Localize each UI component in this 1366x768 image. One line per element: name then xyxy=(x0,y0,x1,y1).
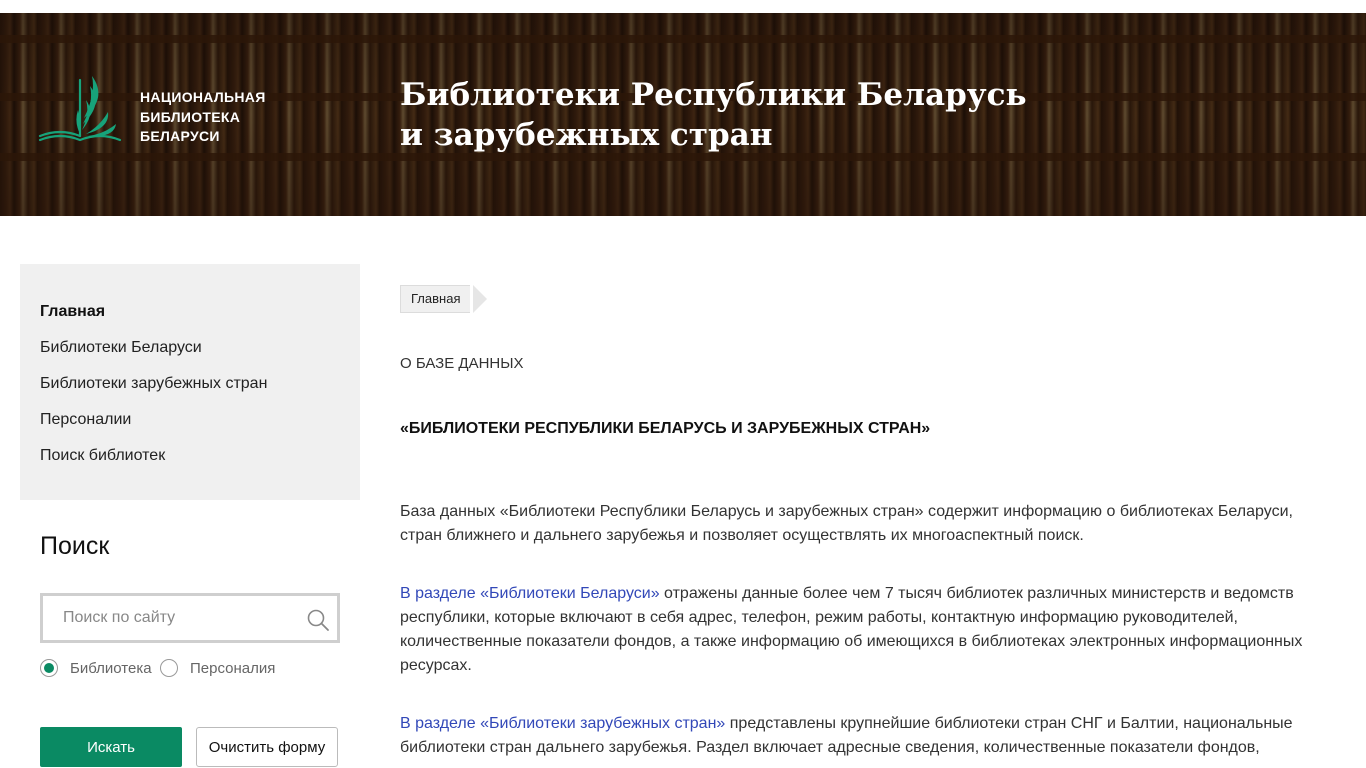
sidebar-item-foreign-libraries[interactable]: Библиотеки зарубежных стран xyxy=(40,375,267,393)
sidebar-item-home[interactable]: Главная xyxy=(40,303,105,321)
top-bar xyxy=(0,0,1366,13)
breadcrumb-home[interactable]: Главная xyxy=(400,285,471,313)
radio-option-library[interactable]: Библиотека xyxy=(40,658,152,678)
page-title: Библиотеки Республики Беларусь и зарубеж… xyxy=(400,75,1027,155)
breadcrumb-arrow xyxy=(473,285,487,313)
radio-library[interactable] xyxy=(40,659,58,677)
paragraph-belarus: В разделе «Библиотеки Беларуси» отражены… xyxy=(400,582,1310,678)
radio-label: Библиотека xyxy=(70,659,152,677)
page-title-line: и зарубежных стран xyxy=(400,117,773,153)
library-name: НАЦИОНАЛЬНАЯ БИБЛИОТЕКА БЕЛАРУСИ xyxy=(140,88,266,147)
library-name-line: БЕЛАРУСИ xyxy=(140,128,220,144)
library-name-line: НАЦИОНАЛЬНАЯ xyxy=(140,89,266,105)
clear-form-button[interactable]: Очистить форму xyxy=(196,727,338,767)
search-box xyxy=(40,593,340,643)
page-title-line: Библиотеки Республики Беларусь xyxy=(400,77,1027,113)
paragraph-foreign: В разделе «Библиотеки зарубежных стран» … xyxy=(400,712,1310,760)
link-foreign-libraries[interactable]: В разделе «Библиотеки зарубежных стран» xyxy=(400,715,725,732)
search-icon[interactable] xyxy=(306,608,330,632)
sidebar-item-personalities[interactable]: Персоналии xyxy=(40,411,131,429)
library-name-line: БИБЛИОТЕКА xyxy=(140,108,241,125)
library-logo[interactable] xyxy=(38,72,122,146)
search-button[interactable]: Искать xyxy=(40,727,182,767)
radio-person[interactable] xyxy=(160,659,178,677)
sidebar-nav: Главная Библиотеки Беларуси Библиотеки з… xyxy=(20,264,360,500)
section-label: О БАЗЕ ДАННЫХ xyxy=(400,355,524,372)
paragraph-intro: База данных «Библиотеки Республики Белар… xyxy=(400,503,1293,544)
database-title: «БИБЛИОТЕКИ РЕСПУБЛИКИ БЕЛАРУСЬ И ЗАРУБЕ… xyxy=(400,420,931,437)
sidebar-item-belarus-libraries[interactable]: Библиотеки Беларуси xyxy=(40,339,202,357)
radio-label: Персоналия xyxy=(190,659,276,677)
radio-option-person[interactable]: Персоналия xyxy=(160,658,275,678)
search-input[interactable] xyxy=(43,596,303,640)
link-belarus-libraries[interactable]: В разделе «Библиотеки Беларуси» xyxy=(400,585,660,602)
search-heading: Поиск xyxy=(40,532,110,560)
sidebar-item-library-search[interactable]: Поиск библиотек xyxy=(40,447,165,465)
